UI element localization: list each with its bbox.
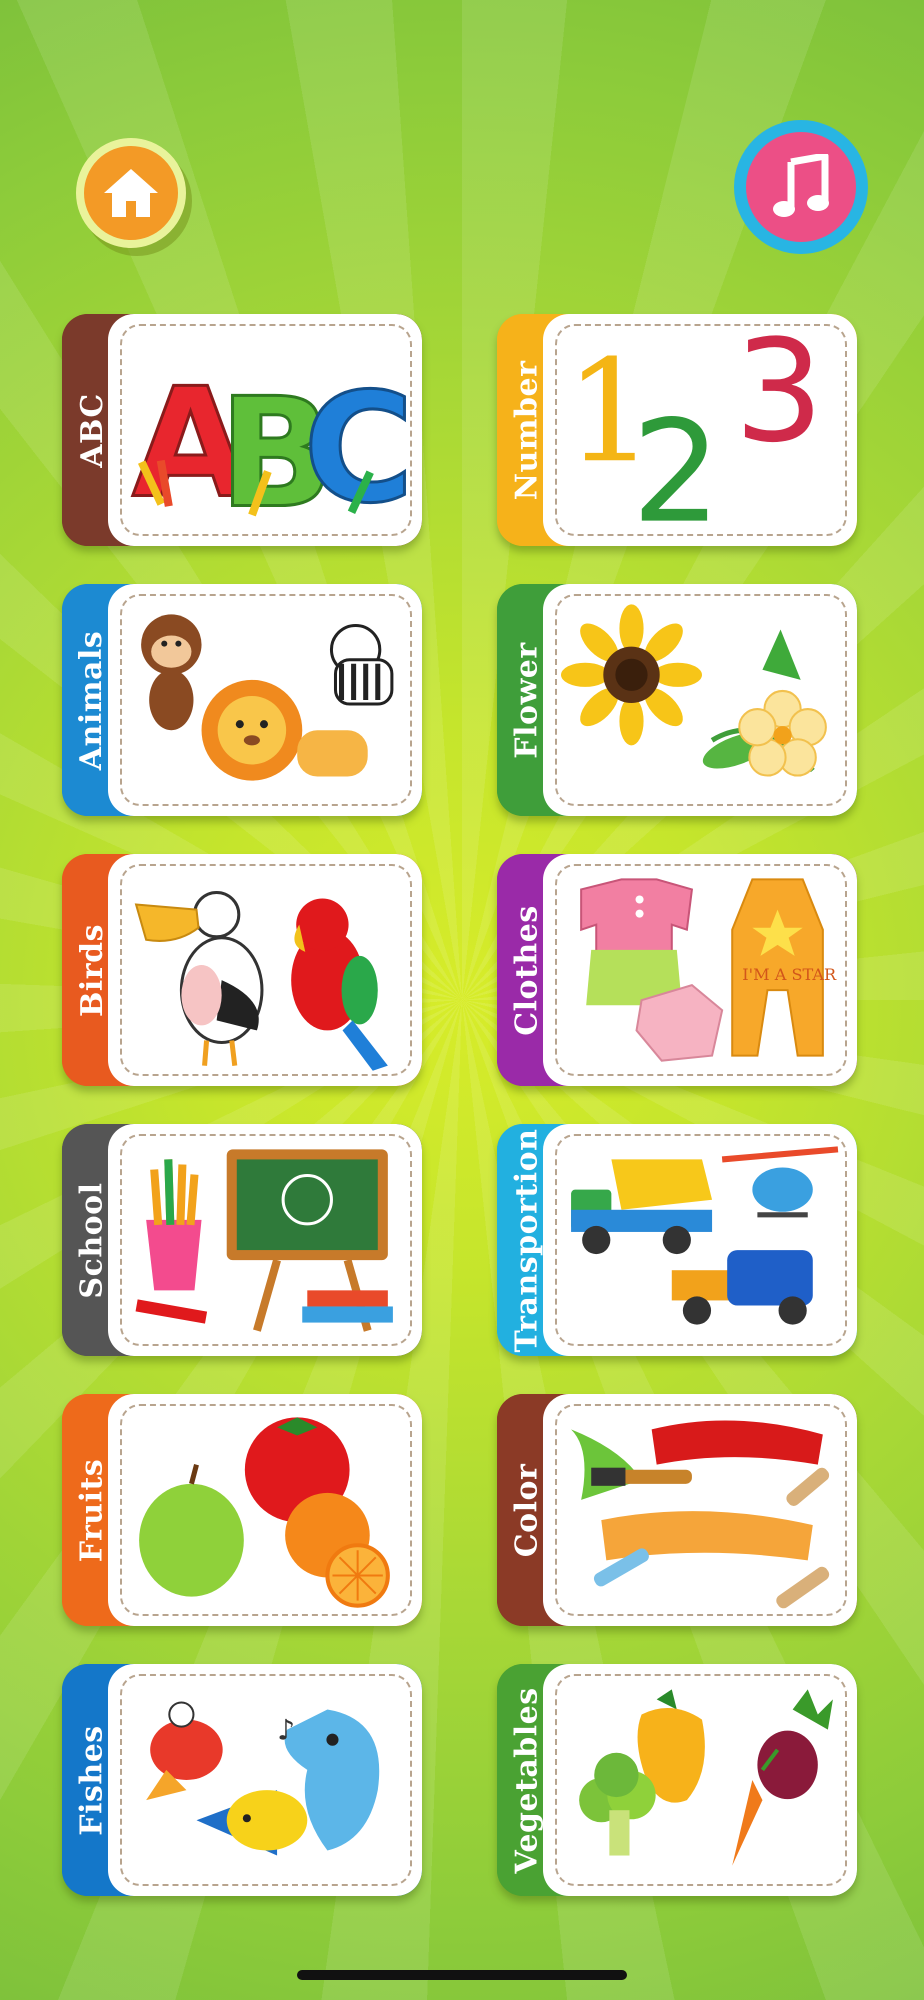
category-panel bbox=[543, 1664, 857, 1896]
fruits-icon bbox=[126, 1408, 408, 1612]
category-panel: ♪ bbox=[108, 1664, 422, 1896]
svg-text:♪: ♪ bbox=[277, 1714, 295, 1747]
category-label: Color bbox=[509, 1463, 545, 1557]
category-card-vegetables[interactable]: Vegetables bbox=[497, 1664, 857, 1896]
category-panel bbox=[543, 1124, 857, 1356]
numbers-123-icon: 1 2 3 bbox=[561, 328, 843, 532]
category-card-flower[interactable]: Flower bbox=[497, 584, 857, 816]
category-card-animals[interactable]: Animals bbox=[62, 584, 422, 816]
category-panel bbox=[108, 584, 422, 816]
category-panel bbox=[108, 1394, 422, 1626]
category-label: Vegetables bbox=[509, 1686, 545, 1874]
category-label: Number bbox=[509, 360, 545, 500]
category-label: ABC bbox=[74, 392, 110, 468]
category-card-fishes[interactable]: Fishes ♪ bbox=[62, 1664, 422, 1896]
flower-icon bbox=[561, 598, 843, 802]
category-label: Fruits bbox=[74, 1458, 110, 1562]
category-card-school[interactable]: School bbox=[62, 1124, 422, 1356]
category-label: Birds bbox=[74, 923, 110, 1017]
category-card-fruits[interactable]: Fruits bbox=[62, 1394, 422, 1626]
home-icon bbox=[104, 169, 158, 217]
category-label: Animals bbox=[74, 630, 110, 770]
category-card-transportion[interactable]: Transportion bbox=[497, 1124, 857, 1356]
category-label: School bbox=[74, 1181, 110, 1299]
music-note-icon bbox=[773, 154, 829, 217]
music-button[interactable] bbox=[734, 120, 868, 254]
school-supplies-icon bbox=[126, 1138, 408, 1342]
category-panel: A B C bbox=[108, 314, 422, 546]
category-panel: 1 2 3 bbox=[543, 314, 857, 546]
category-label: Fishes bbox=[74, 1724, 110, 1836]
category-panel bbox=[108, 854, 422, 1086]
category-panel bbox=[543, 1394, 857, 1626]
birds-icon bbox=[126, 868, 408, 1072]
svg-text:I'M A STAR: I'M A STAR bbox=[742, 965, 837, 984]
fish-icon: ♪ bbox=[126, 1678, 408, 1882]
category-label: Transportion bbox=[509, 1128, 545, 1352]
category-panel: I'M A STAR bbox=[543, 854, 857, 1086]
category-label: Flower bbox=[509, 641, 545, 759]
category-card-birds[interactable]: Birds bbox=[62, 854, 422, 1086]
category-card-abc[interactable]: ABC A B C bbox=[62, 314, 422, 546]
animals-icon bbox=[126, 598, 408, 802]
svg-text:3: 3 bbox=[734, 328, 824, 474]
alphabet-letters-icon: A B C bbox=[126, 328, 408, 532]
home-indicator-bar bbox=[297, 1970, 627, 1980]
svg-text:2: 2 bbox=[632, 391, 722, 532]
clothes-icon: I'M A STAR bbox=[561, 868, 843, 1072]
paint-brush-icon bbox=[561, 1408, 843, 1612]
category-card-clothes[interactable]: Clothes I'M A STAR bbox=[497, 854, 857, 1086]
category-card-number[interactable]: Number 1 2 3 bbox=[497, 314, 857, 546]
category-panel bbox=[108, 1124, 422, 1356]
category-panel bbox=[543, 584, 857, 816]
vehicles-icon bbox=[561, 1138, 843, 1342]
category-card-color[interactable]: Color bbox=[497, 1394, 857, 1626]
home-button[interactable] bbox=[76, 138, 186, 248]
category-label: Clothes bbox=[509, 904, 545, 1036]
vegetables-icon bbox=[561, 1678, 843, 1882]
